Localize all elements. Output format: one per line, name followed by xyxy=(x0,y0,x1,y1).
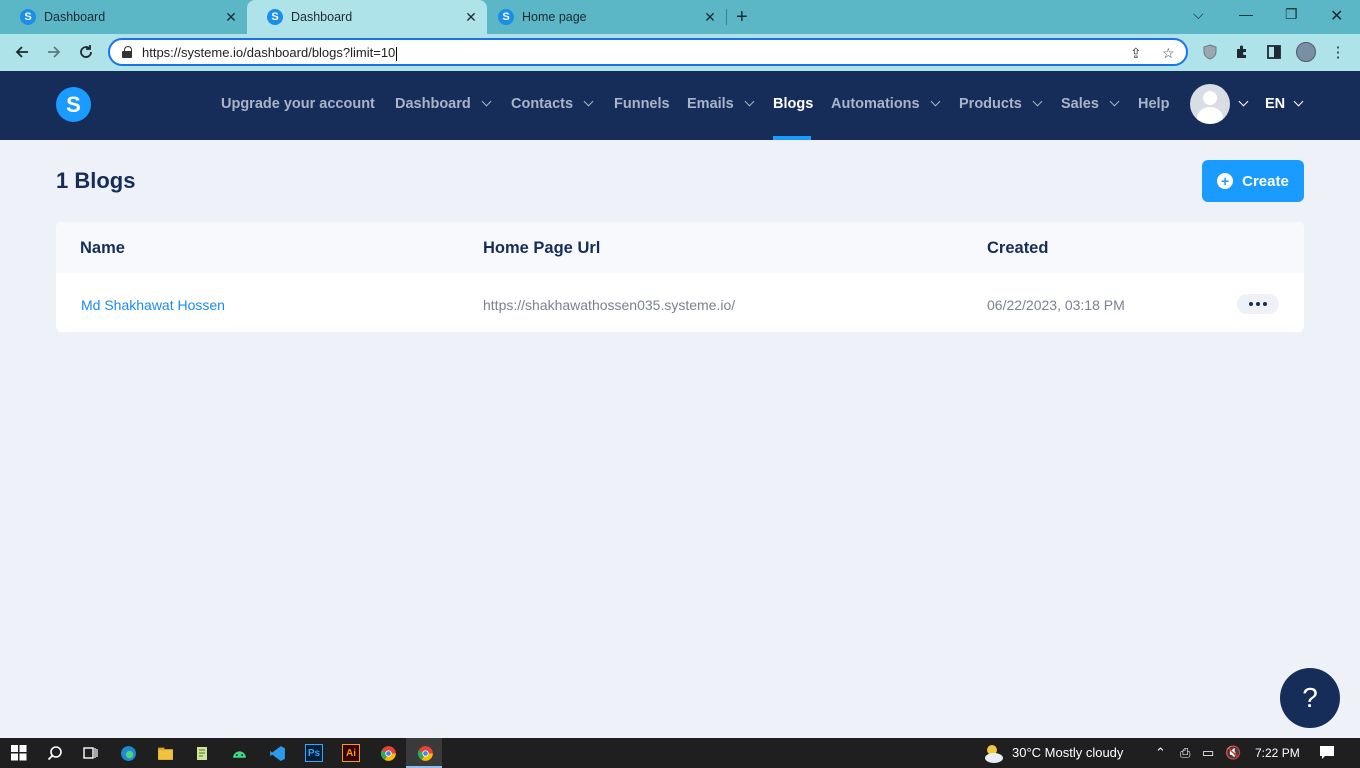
systeme-favicon-icon: S xyxy=(498,9,514,25)
vscode-icon[interactable] xyxy=(268,744,286,762)
tab-title: Dashboard xyxy=(291,10,353,24)
chevron-down-icon xyxy=(583,96,594,107)
new-tab-plus-icon[interactable]: + xyxy=(736,6,748,29)
browser-tab-dashboard-active[interactable]: S Dashboard ✕ xyxy=(247,0,487,34)
tab-title: Home page xyxy=(522,10,587,24)
plus-circle-icon: + xyxy=(1217,173,1234,189)
weather-text[interactable]: 30°C Mostly cloudy xyxy=(1012,745,1123,760)
volume-mute-icon[interactable]: 🔇 xyxy=(1225,745,1241,761)
chrome-icon[interactable] xyxy=(416,744,434,762)
tab-title: Dashboard xyxy=(44,10,106,24)
network-icon[interactable]: ▭ xyxy=(1202,745,1214,761)
tab-separator xyxy=(726,9,727,25)
tab-search-chevron-icon[interactable]: ⌵ xyxy=(1193,6,1204,23)
lock-icon[interactable] xyxy=(122,46,132,58)
window-close-icon[interactable]: ✕ xyxy=(1330,6,1343,26)
notification-icon[interactable] xyxy=(1319,744,1335,763)
nav-automations[interactable]: Automations xyxy=(831,96,941,112)
nav-contacts[interactable]: Contacts xyxy=(511,96,594,112)
more-dots-icon[interactable] xyxy=(1237,294,1279,314)
nav-products[interactable]: Products xyxy=(959,96,1043,112)
notepad-icon[interactable] xyxy=(193,744,211,762)
clock-time[interactable]: 7:22 PM xyxy=(1255,746,1300,760)
app-navbar: S Upgrade your account Dashboard Contact… xyxy=(0,71,1360,140)
meet-now-icon[interactable]: ⎙ xyxy=(1180,745,1190,761)
nav-upgrade-account[interactable]: Upgrade your account xyxy=(221,96,375,112)
nav-help[interactable]: Help xyxy=(1138,96,1169,112)
illustrator-icon[interactable]: Ai xyxy=(342,744,360,762)
share-icon[interactable]: ⇪ xyxy=(1130,45,1142,62)
forward-arrow-icon[interactable] xyxy=(43,41,65,63)
photoshop-icon[interactable]: Ps xyxy=(305,744,323,762)
blog-home-page-url: https://shakhawathossen035.systeme.io/ xyxy=(483,297,736,313)
address-bar[interactable]: https://systeme.io/dashboard/blogs?limit… xyxy=(108,38,1188,66)
windows-start-icon[interactable] xyxy=(10,744,28,762)
nav-funnels[interactable]: Funnels xyxy=(614,96,670,112)
create-button-label: Create xyxy=(1242,172,1289,190)
chevron-down-icon[interactable] xyxy=(1293,96,1304,107)
search-icon[interactable] xyxy=(46,744,64,762)
systeme-favicon-icon: S xyxy=(20,9,36,25)
blog-name-link[interactable]: Md Shakhawat Hossen xyxy=(81,297,225,313)
column-header-name: Name xyxy=(80,239,125,257)
windows-taskbar: Ps Ai 30°C Mostly cloudy ⌃ ⎙ ▭ 🔇 7:22 PM xyxy=(0,738,1360,768)
cloud-moon-icon xyxy=(982,741,1006,768)
browser-toolbar: https://systeme.io/dashboard/blogs?limit… xyxy=(0,34,1360,71)
browser-tab-home-page[interactable]: S Home page ✕ xyxy=(478,0,726,34)
chevron-up-icon[interactable]: ⌃ xyxy=(1155,745,1166,761)
reload-icon[interactable] xyxy=(75,41,97,63)
profile-avatar-icon[interactable] xyxy=(1296,42,1316,62)
column-header-created: Created xyxy=(987,239,1049,257)
chevron-down-icon[interactable] xyxy=(1238,96,1249,107)
browser-tab-dashboard-1[interactable]: S Dashboard ✕ xyxy=(0,0,247,34)
column-header-home-page-url: Home Page Url xyxy=(483,239,601,257)
page-title: 1 Blogs xyxy=(56,168,136,193)
blogs-table: Name Home Page Url Created Md Shakhawat … xyxy=(56,222,1304,332)
browser-tab-strip: S Dashboard ✕ S Dashboard ✕ S Home page … xyxy=(0,0,1360,34)
help-button[interactable]: ? xyxy=(1280,668,1340,728)
language-selector[interactable]: EN xyxy=(1265,96,1285,112)
nav-blogs[interactable]: Blogs xyxy=(773,96,813,112)
chevron-down-icon xyxy=(930,96,941,107)
chevron-down-icon xyxy=(481,96,492,107)
user-avatar[interactable] xyxy=(1190,84,1230,124)
back-arrow-icon[interactable] xyxy=(11,41,33,63)
explorer-icon[interactable] xyxy=(156,744,174,762)
create-button[interactable]: + Create xyxy=(1202,160,1304,202)
chevron-down-icon xyxy=(1032,96,1043,107)
tab-close-icon[interactable]: ✕ xyxy=(223,9,239,26)
nav-sales[interactable]: Sales xyxy=(1061,96,1120,112)
text-caret xyxy=(396,46,398,61)
systeme-favicon-icon: S xyxy=(267,9,283,25)
menu-dots-icon[interactable]: ⋮ xyxy=(1328,42,1348,62)
chevron-down-icon xyxy=(1109,96,1120,107)
tab-close-icon[interactable]: ✕ xyxy=(702,9,718,26)
active-nav-indicator xyxy=(773,136,811,140)
edge-icon[interactable] xyxy=(119,744,137,762)
url-text[interactable]: https://systeme.io/dashboard/blogs?limit… xyxy=(142,45,398,61)
android-icon[interactable] xyxy=(230,744,248,762)
sidebar-icon[interactable] xyxy=(1264,42,1284,62)
shield-icon[interactable] xyxy=(1200,42,1220,62)
nav-dashboard[interactable]: Dashboard xyxy=(395,96,492,112)
table-header: Name Home Page Url Created xyxy=(56,222,1304,273)
blog-created-date: 06/22/2023, 03:18 PM xyxy=(987,297,1125,313)
restore-icon[interactable]: ❐ xyxy=(1285,6,1298,23)
nav-emails[interactable]: Emails xyxy=(687,96,755,112)
task-view-icon[interactable] xyxy=(81,744,99,762)
minimize-icon[interactable]: — xyxy=(1239,6,1253,22)
star-icon[interactable]: ☆ xyxy=(1162,45,1175,62)
chrome-icon[interactable] xyxy=(379,744,397,762)
chevron-down-icon xyxy=(744,96,755,107)
tab-close-icon[interactable]: ✕ xyxy=(463,9,479,26)
puzzle-icon[interactable] xyxy=(1232,42,1252,62)
systeme-logo[interactable]: S xyxy=(56,87,91,122)
